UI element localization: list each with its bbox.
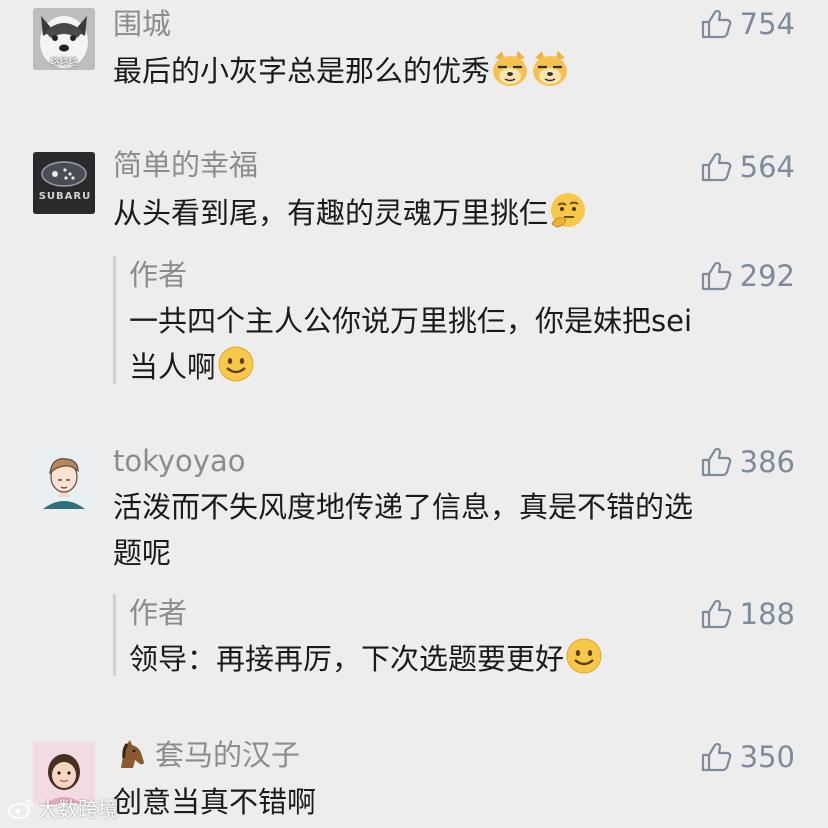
avatar-caption: 略略略 [50, 58, 78, 68]
like-button[interactable]: 754 [700, 6, 795, 42]
avatar[interactable]: 略略略 [33, 8, 95, 70]
reply-divider [113, 256, 116, 384]
thumbs-up-icon [701, 9, 731, 39]
comment-text-content: 创意当真不错啊 [113, 785, 317, 819]
watermark-text: 大数跨境 [38, 797, 118, 821]
like-count: 350 [739, 740, 795, 774]
comment-author[interactable]: 套马的汉子 [113, 738, 300, 772]
reply-text-line: 当人啊 [129, 350, 217, 384]
reply-author[interactable]: 作者 [129, 258, 187, 292]
like-count: 292 [739, 259, 795, 293]
comment-text-line: 题呢 [113, 536, 172, 570]
thinking-emoji-icon [551, 193, 586, 228]
comment-text: 创意当真不错啊 [113, 779, 803, 825]
author-reply: 作者 188 领导：再接再厉，下次选题要更好 [113, 594, 828, 680]
like-count: 188 [739, 597, 795, 631]
reply-divider [113, 594, 116, 676]
avatar-caption: SUBARU [38, 191, 92, 202]
thumbs-up-icon [701, 152, 731, 182]
like-button[interactable]: 386 [700, 444, 795, 480]
comment-text: 从头看到尾，有趣的灵魂万里挑仨 [113, 190, 803, 236]
like-button[interactable]: 292 [700, 258, 795, 294]
smile-emoji-icon [566, 638, 602, 674]
cartoon-man-avatar-icon [33, 447, 95, 509]
smile-emoji-icon [218, 346, 254, 382]
comment-text: 最后的小灰字总是那么的优秀 [113, 48, 803, 94]
comment-text-line: 活泼而不失风度地传递了信息，真是不错的选 [113, 490, 694, 524]
like-count: 754 [739, 7, 795, 41]
comment-text-content: 从头看到尾，有趣的灵魂万里挑仨 [113, 196, 549, 230]
comment-author[interactable]: 简单的幸福 [113, 148, 258, 182]
comment-text: 活泼而不失风度地传递了信息，真是不错的选 题呢 [113, 484, 803, 576]
thumbs-up-icon [701, 599, 731, 629]
comment-author-name: 套马的汉子 [155, 738, 301, 772]
thumbs-up-icon [701, 447, 731, 477]
avatar[interactable]: SUBARU [33, 152, 95, 214]
reply-text-content: 领导：再接再厉，下次选题要更好 [129, 642, 565, 676]
comment-author[interactable]: tokyoyao [113, 444, 245, 478]
author-reply: 作者 292 一共四个主人公你说万里挑仨，你是妹把sei 当人啊 [113, 256, 828, 388]
reply-text-line: 一共四个主人公你说万里挑仨，你是妹把sei [129, 304, 693, 338]
like-button[interactable]: 188 [700, 596, 795, 632]
thumbs-up-icon [701, 261, 731, 291]
reply-author[interactable]: 作者 [129, 596, 187, 630]
avatar[interactable] [33, 447, 95, 509]
doge-emoji-icon [533, 51, 568, 86]
reply-text: 领导：再接再厉，下次选题要更好 [129, 636, 789, 682]
reply-text: 一共四个主人公你说万里挑仨，你是妹把sei 当人啊 [129, 298, 789, 390]
comment-text-content: 最后的小灰字总是那么的优秀 [113, 54, 491, 88]
horse-emoji-icon [121, 740, 144, 768]
like-button[interactable]: 350 [700, 739, 795, 775]
watermark: 大数跨境 [8, 793, 118, 822]
doge-emoji-icon [493, 51, 528, 86]
like-button[interactable]: 564 [700, 149, 795, 185]
like-count: 564 [739, 150, 795, 184]
subaru-logo-avatar-icon [33, 152, 95, 214]
thumbs-up-icon [701, 742, 731, 772]
like-count: 386 [739, 445, 795, 479]
weibo-logo-icon [8, 798, 33, 819]
comment-author[interactable]: 围城 [113, 7, 171, 41]
